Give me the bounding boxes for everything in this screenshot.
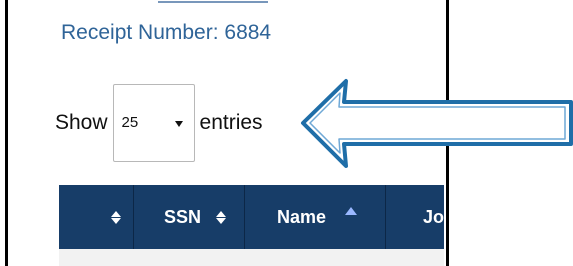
sort-both-icon	[216, 210, 227, 224]
table-header-row: SSN Name Jo	[59, 185, 444, 249]
column-header-label: Name	[277, 206, 327, 227]
entries-per-page-select[interactable]: 25	[112, 84, 195, 162]
column-header-label: Jo	[423, 206, 444, 227]
screenshot-canvas: Receipt Number: 6884 Show 25 entries SSN	[0, 0, 573, 266]
table-header-job[interactable]: Jo	[386, 185, 444, 249]
column-header-label: SSN	[164, 206, 202, 227]
sort-both-icon	[111, 210, 121, 224]
show-label: Show	[55, 111, 108, 134]
table-header-name[interactable]: Name	[245, 185, 386, 249]
receipt-number: Receipt Number: 6884	[61, 21, 272, 44]
chevron-down-icon	[174, 121, 183, 127]
entries-label: entries	[199, 111, 263, 134]
table-header-ssn[interactable]: SSN	[134, 185, 245, 249]
entries-length-control: Show 25 entries	[55, 83, 263, 163]
sort-ascending-icon	[345, 207, 357, 215]
left-arrow-icon	[301, 79, 573, 168]
data-table: SSN Name Jo	[59, 185, 444, 266]
entries-per-page-value: 25	[121, 114, 139, 131]
table-header-selection[interactable]	[59, 185, 134, 249]
clipped-top-text	[158, 0, 268, 4]
table-row	[59, 249, 444, 266]
